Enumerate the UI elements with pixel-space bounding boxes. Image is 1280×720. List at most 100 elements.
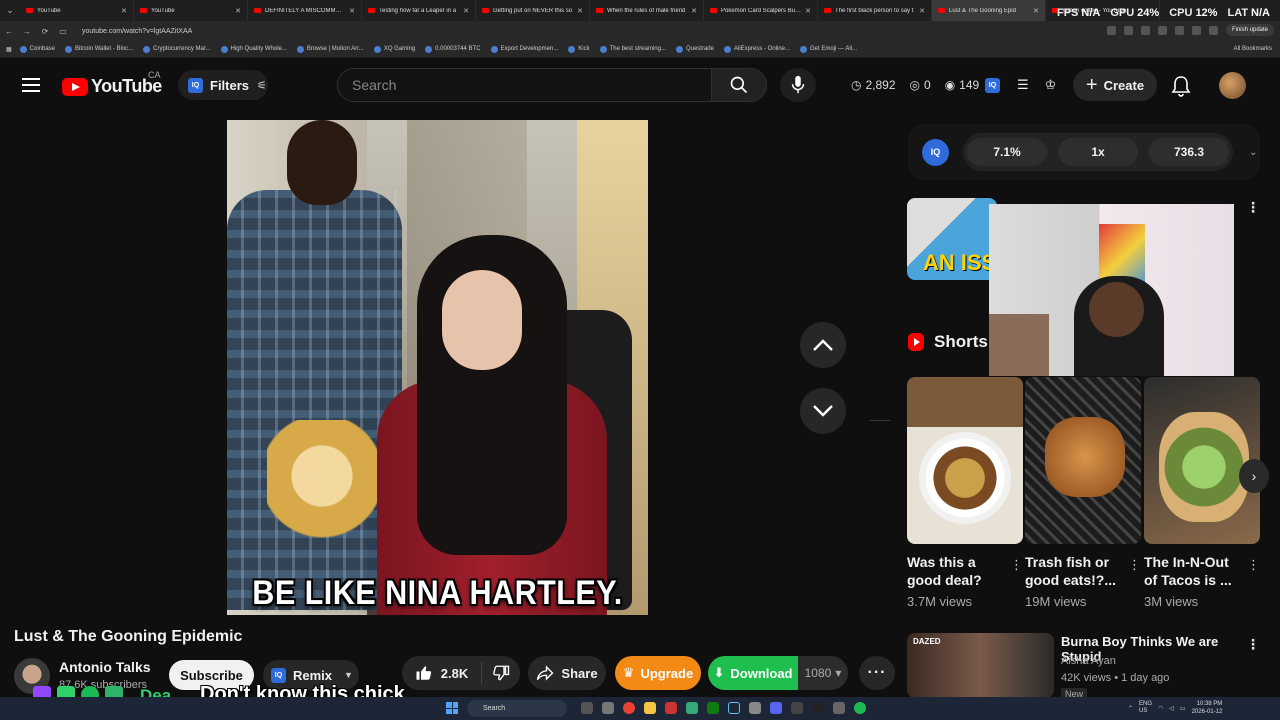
bookmark-item[interactable]: High Quality Whole... [220,45,287,53]
short-item[interactable]: Was this a good deal? ⋮ 3.7M views [907,377,1023,609]
short-thumbnail[interactable] [907,377,1023,544]
battery-icon[interactable]: ▭ [1180,705,1186,712]
extension-icon[interactable] [1157,25,1167,35]
tab-close-icon[interactable]: ✕ [349,7,355,15]
video-frame[interactable]: BE LIKE NINA HARTLEY. [227,120,648,615]
app-icon[interactable] [686,702,698,714]
more-vert-icon[interactable]: ⋮ [1247,557,1260,573]
app-icon[interactable] [791,702,803,714]
quality-select[interactable]: 1080 ▾ [798,666,848,680]
short-item[interactable]: Trash fish or good eats!?... ⋮ 19M views [1025,377,1141,609]
zoom-icon[interactable] [1123,25,1133,35]
next-video-button[interactable] [800,388,846,434]
reload-icon[interactable]: ⟳ [36,27,54,36]
tab-close-icon[interactable]: ✕ [805,7,811,15]
more-vert-icon[interactable]: ⋮ [1128,557,1141,573]
previous-video-button[interactable] [800,322,846,368]
extension-icon[interactable] [1174,25,1184,35]
file-explorer-icon[interactable] [644,702,656,714]
widgets-icon[interactable] [602,702,614,714]
tab-close-icon[interactable]: ✕ [919,7,925,15]
apps-icon[interactable]: ▦ [6,46,12,53]
tab-close-icon[interactable]: ✕ [121,7,127,15]
list-icon[interactable]: ☰ [1017,77,1029,93]
recommendation-thumbnail[interactable]: DAZED [907,633,1054,698]
recommendation-thumbnail[interactable]: AN ISS [907,198,997,280]
tab-close-icon[interactable]: ✕ [463,7,469,15]
browser-tab-active[interactable]: Lust & The Gooning Epid ✕ [932,0,1046,21]
browser-tab[interactable]: The first black person to say t ✕ [818,0,932,21]
filters-button[interactable]: IQ Filters ⚟ [178,70,268,100]
short-thumbnail[interactable] [1025,377,1141,544]
wifi-icon[interactable]: ◠ [1158,705,1163,712]
shorts-next-button[interactable]: › [1239,459,1269,493]
tab-search-icon[interactable]: ⌄ [0,0,20,21]
search-input[interactable] [338,69,711,101]
app-icon[interactable] [833,702,845,714]
tab-close-icon[interactable]: ✕ [577,7,583,15]
trophy-icon[interactable]: ♔ [1045,77,1057,93]
task-view-icon[interactable] [581,702,593,714]
bookmark-star-icon[interactable] [1140,25,1150,35]
tab-close-icon[interactable]: ✕ [691,7,697,15]
short-title[interactable]: The In-N-Out of Tacos is ... [1144,553,1240,589]
tab-layout-icon[interactable]: ▭ [54,27,72,36]
profile-icon[interactable] [1208,25,1218,35]
iq-pill[interactable]: 736.3 [1149,138,1229,166]
discord-icon[interactable] [770,702,782,714]
share-button[interactable]: Share [528,656,606,690]
short-item[interactable]: The In-N-Out of Tacos is ... ⋮ 3M views [1144,377,1260,609]
windows-start-icon[interactable] [446,702,458,714]
iq-icon[interactable]: IQ [922,138,949,166]
menu-icon[interactable] [22,78,40,92]
browser-tab[interactable]: DEFINITELY A MISCOMMUNI ✕ [248,0,362,21]
bookmark-item[interactable]: Bitcoin Wallet - Bloc... [65,45,133,53]
browser-tab[interactable]: YouTube ✕ [20,0,134,21]
bookmark-item[interactable]: Kick [568,45,590,53]
tab-close-icon[interactable]: ✕ [235,7,241,15]
download-button[interactable]: ⬇ Download [708,656,798,690]
browser-tab[interactable]: Pokemon Card Scalpers But T ✕ [704,0,818,21]
browser-tab[interactable]: YouTube ✕ [134,0,248,21]
dislike-button[interactable] [482,664,520,682]
app-icon[interactable] [749,702,761,714]
bookmark-item[interactable]: XQ Gaming [373,45,415,53]
tray-chevron-icon[interactable]: ⌃ [1128,705,1133,712]
back-icon[interactable]: ← [0,27,18,36]
install-icon[interactable] [1106,25,1116,35]
recommendation-channel[interactable]: Aisha Ayan [1061,655,1116,667]
voice-search-button[interactable] [780,68,816,102]
short-title[interactable]: Trash fish or good eats!?... [1025,553,1121,589]
bookmark-item[interactable]: Questrade [675,45,714,53]
video-player[interactable]: BE LIKE NINA HARTLEY. [0,114,890,619]
short-thumbnail[interactable] [1144,377,1260,544]
app-icon[interactable] [665,702,677,714]
notifications-bell-icon[interactable] [1171,75,1191,102]
browser-tab[interactable]: Getting put on NEVER this so ✕ [476,0,590,21]
forward-icon[interactable]: → [18,27,36,36]
iq-pill[interactable]: 7.1% [967,138,1047,166]
taskbar-search[interactable]: Search [467,700,567,717]
taskbar-clock[interactable]: 10:38 PM 2026-01-12 [1192,700,1223,716]
bookmark-item[interactable]: Cryptocurrency Mar... [143,45,211,53]
browser-tab[interactable]: Testing how far a Leaper in a ✕ [362,0,476,21]
obs-icon[interactable] [812,702,824,714]
extension-icon[interactable] [1191,25,1201,35]
upgrade-button[interactable]: ♛ Upgrade [615,656,701,690]
more-vert-icon[interactable]: ⋮ [1246,636,1260,653]
create-button[interactable]: + Create [1073,69,1157,101]
all-bookmarks-button[interactable]: All Bookmarks [1234,46,1272,52]
bookmark-item[interactable]: Get Emoji — All... [800,45,857,53]
browser-tab[interactable]: When the rules of male friend ✕ [590,0,704,21]
iq-icon[interactable]: IQ [985,77,1000,93]
xbox-icon[interactable] [707,702,719,714]
spotify-icon[interactable] [854,702,866,714]
iq-pill[interactable]: 1x [1058,138,1138,166]
bookmark-item[interactable]: Coinbase [19,45,55,53]
bookmark-item[interactable]: Export Developmen... [490,45,558,53]
youtube-logo[interactable]: YouTube [62,76,162,97]
search-button[interactable] [711,68,767,102]
short-title[interactable]: Was this a good deal? [907,553,1003,589]
steam-icon[interactable] [728,702,740,714]
url-field[interactable]: youtube.com/watch?v=lgtAAZitXAA [82,28,192,35]
